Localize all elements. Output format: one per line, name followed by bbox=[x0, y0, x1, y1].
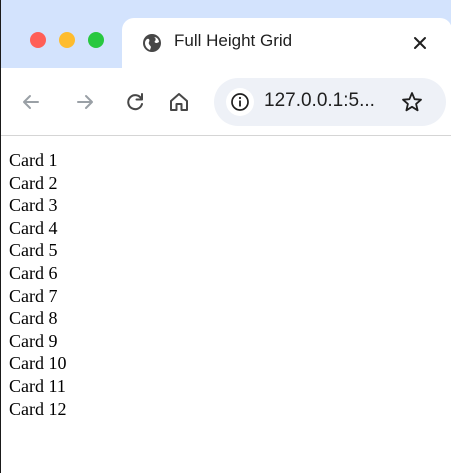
card-item: Card 1 bbox=[9, 150, 58, 170]
site-info-button[interactable] bbox=[226, 88, 254, 116]
card-item: Card 11 bbox=[9, 375, 66, 396]
window-maximize-button[interactable] bbox=[88, 32, 104, 48]
globe-icon bbox=[143, 34, 161, 52]
tab-title: Full Height Grid bbox=[174, 31, 293, 50]
active-tab[interactable]: Full Height Grid bbox=[122, 18, 451, 68]
card-item: Card 5 bbox=[9, 240, 58, 261]
window-minimize-button[interactable] bbox=[59, 32, 75, 48]
reload-icon[interactable] bbox=[123, 90, 147, 114]
card-item: Card 10 bbox=[9, 353, 67, 374]
browser-toolbar: 127.0.0.1:5... bbox=[1, 68, 451, 136]
home-icon[interactable] bbox=[167, 90, 191, 114]
window-close-button[interactable] bbox=[30, 32, 46, 48]
back-arrow-icon[interactable] bbox=[19, 90, 43, 114]
card-item: Card 12 bbox=[9, 398, 67, 419]
card-item: Card 4 bbox=[9, 217, 58, 238]
address-bar[interactable]: 127.0.0.1:5... bbox=[214, 78, 446, 126]
close-icon[interactable] bbox=[411, 34, 429, 52]
card-item: Card 8 bbox=[9, 308, 58, 329]
tab-strip: Full Height Grid bbox=[1, 0, 451, 68]
card-item: Card 6 bbox=[9, 262, 58, 283]
card-item: Card 3 bbox=[9, 195, 58, 216]
info-icon bbox=[231, 93, 249, 111]
forward-arrow-icon[interactable] bbox=[73, 90, 97, 114]
page-content: Card 1 Card 2 Card 3 Card 4 Card 5 Card … bbox=[9, 149, 439, 420]
card-item: Card 2 bbox=[9, 172, 58, 193]
card-item: Card 7 bbox=[9, 285, 58, 306]
browser-window: Full Height Grid 127.0.0.1:5... Card 1 C… bbox=[0, 0, 451, 473]
url-text[interactable]: 127.0.0.1:5... bbox=[264, 90, 375, 112]
star-icon[interactable] bbox=[400, 90, 424, 114]
card-item: Card 9 bbox=[9, 330, 58, 351]
